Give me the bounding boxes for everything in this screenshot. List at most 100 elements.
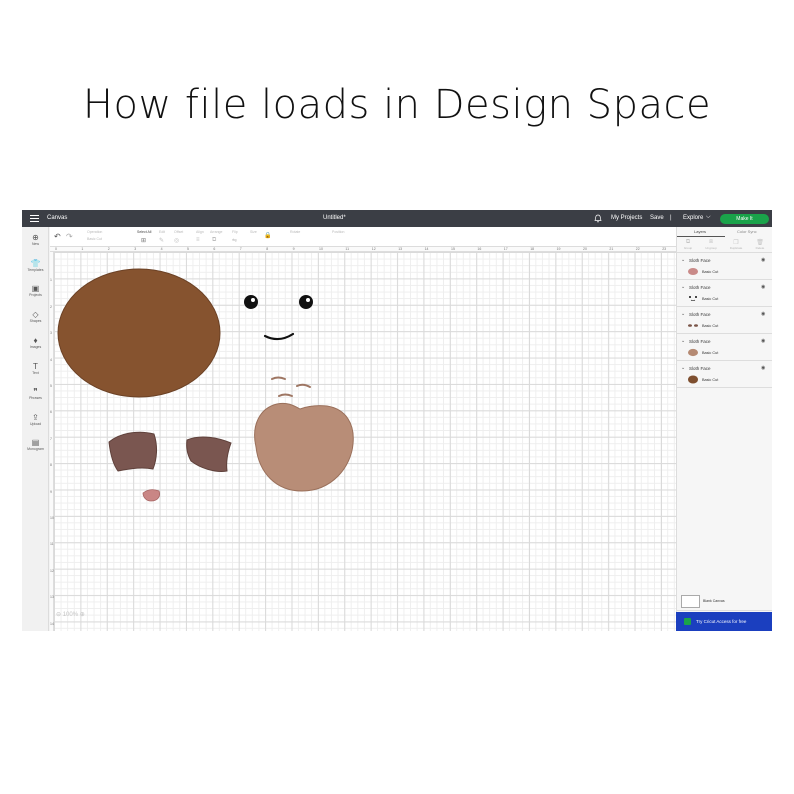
- offset-label: Offset: [174, 230, 184, 234]
- sidebar-item-templates[interactable]: 👕 Templates: [22, 259, 49, 272]
- monogram-icon: ▤: [31, 438, 40, 447]
- chevron-down-icon[interactable]: ⌄: [681, 338, 685, 344]
- hamburger-menu-icon[interactable]: [30, 215, 39, 222]
- layer-group[interactable]: ⌄ Sloth Face ◉ Basic Cut: [677, 254, 772, 280]
- sidebar-label: Templates: [27, 268, 44, 272]
- brow-stroke-shape[interactable]: [296, 383, 311, 388]
- delete-button[interactable]: 🗑 Delete: [751, 239, 769, 250]
- my-projects-link[interactable]: My Projects: [611, 215, 642, 221]
- duplicate-icon: ❐: [733, 240, 739, 246]
- left-eye-shape[interactable]: [244, 295, 258, 309]
- layer-group[interactable]: ⌄ Sloth Face ◉ Basic Cut: [677, 335, 772, 361]
- layers-panel: Layers Color Sync ⧉ Group ⧈ Ungroup ❐ Dupli…: [676, 227, 772, 631]
- align-icon[interactable]: ≡: [196, 237, 200, 243]
- sloth-face-shape[interactable]: [254, 402, 354, 492]
- blank-canvas-swatch[interactable]: [681, 595, 700, 608]
- group-button[interactable]: ⧉ Group: [679, 239, 697, 250]
- eye-icon[interactable]: ◉: [761, 365, 765, 371]
- nose-shape[interactable]: [142, 489, 160, 502]
- sidebar-label: Upload: [29, 422, 42, 426]
- left-eye-patch-shape[interactable]: [108, 431, 157, 472]
- sidebar-item-upload[interactable]: ⇪ Upload: [22, 413, 49, 426]
- zoom-out-icon[interactable]: ⊖: [56, 612, 61, 618]
- sidebar-item-shapes[interactable]: ◇ Shapes: [22, 310, 49, 323]
- shirt-icon: 👕: [30, 259, 41, 268]
- right-eye-patch-shape[interactable]: [186, 436, 232, 472]
- chevron-down-icon[interactable]: ⌄: [681, 284, 685, 290]
- left-eye-highlight: [251, 298, 255, 302]
- sidebar-label: Images: [29, 345, 42, 349]
- flip-icon[interactable]: ⇋: [232, 237, 237, 244]
- design-space-window: Canvas Untitled* My Projects Save | Expl…: [22, 210, 772, 631]
- projects-icon: ▣: [31, 284, 40, 293]
- right-eye-highlight: [306, 298, 310, 302]
- make-it-button[interactable]: Make It: [720, 214, 769, 224]
- topbar-separator: |: [670, 215, 672, 221]
- undo-icon[interactable]: ↶: [54, 232, 61, 241]
- right-eye-shape[interactable]: [299, 295, 313, 309]
- cricut-access-label: Try Cricut Access for free: [696, 619, 747, 624]
- arrange-icon[interactable]: ⧉: [212, 237, 216, 244]
- eye-icon[interactable]: ◉: [761, 257, 765, 263]
- sidebar-label: Text: [32, 371, 39, 375]
- size-label: Size: [250, 230, 257, 234]
- chevron-down-icon[interactable]: ⌄: [681, 257, 685, 263]
- zoom-level: 100%: [62, 612, 79, 618]
- head-thumbnail-icon: [688, 375, 698, 384]
- eye-icon[interactable]: ◉: [761, 338, 765, 344]
- chevron-down-icon[interactable]: ⌵: [706, 214, 711, 221]
- layer-group[interactable]: ⌄ Sloth Face ◉ Basic Cut: [677, 362, 772, 388]
- page-heading: How file loads in Design Space: [82, 82, 712, 128]
- blank-canvas-label: Blank Canvas: [703, 599, 725, 603]
- edit-icon[interactable]: ✎: [159, 237, 164, 244]
- cricut-access-banner[interactable]: Try Cricut Access for free: [676, 612, 772, 631]
- layer-group[interactable]: ⌄ Sloth Face ◉ Basic Cut: [677, 281, 772, 307]
- tab-color-sync[interactable]: Color Sync: [737, 229, 757, 234]
- eyes-mouth-thumbnail-icon: [689, 296, 697, 302]
- lock-icon[interactable]: 🔒: [264, 232, 271, 239]
- bell-icon[interactable]: [594, 214, 602, 223]
- sidebar-item-new[interactable]: ⊕ New: [22, 233, 49, 246]
- nose-thumbnail-icon: [688, 268, 698, 275]
- trash-icon: 🗑: [756, 240, 764, 246]
- offset-icon[interactable]: ◎: [174, 237, 179, 244]
- sidebar-item-projects[interactable]: ▣ Projects: [22, 284, 49, 297]
- sidebar-item-phrases[interactable]: ❞ Phrases: [22, 387, 49, 400]
- sidebar-item-images[interactable]: ♦ Images: [22, 336, 49, 349]
- mouth-shape[interactable]: [263, 332, 295, 341]
- explore-menu[interactable]: Explore: [683, 215, 703, 221]
- cricut-access-icon: [684, 618, 691, 625]
- zoom-in-icon[interactable]: ⊕: [80, 612, 85, 618]
- edit-label: Edit: [159, 230, 166, 234]
- sidebar-label: New: [31, 242, 39, 246]
- brow-stroke-shape[interactable]: [278, 393, 293, 397]
- sidebar-item-text[interactable]: T Text: [22, 362, 49, 375]
- eye-icon[interactable]: ◉: [761, 311, 765, 317]
- save-button[interactable]: Save: [650, 215, 664, 221]
- layer-operation: Basic Cut: [702, 270, 719, 274]
- chevron-down-icon[interactable]: ⌄: [681, 365, 685, 371]
- sidebar-item-monogram[interactable]: ▤ Monogram: [22, 438, 49, 451]
- select-all-label: Select All: [137, 230, 152, 234]
- duplicate-button[interactable]: ❐ Duplicate: [727, 239, 745, 250]
- ungroup-button[interactable]: ⧈ Ungroup: [702, 239, 720, 250]
- active-tab-indicator: [677, 236, 725, 237]
- text-icon: T: [33, 362, 38, 371]
- layer-group[interactable]: ⌄ Sloth Face ◉ Basic Cut: [677, 308, 772, 334]
- tab-layers[interactable]: Layers: [694, 229, 706, 234]
- chevron-down-icon[interactable]: ⌄: [681, 311, 685, 317]
- layer-actions: ⧉ Group ⧈ Ungroup ❐ Duplicate 🗑 Delete: [677, 238, 772, 253]
- ungroup-icon: ⧈: [709, 239, 713, 245]
- action-label: Ungroup: [705, 246, 717, 250]
- sidebar-label: Monogram: [27, 447, 44, 451]
- action-label: Group: [683, 246, 693, 250]
- operation-select[interactable]: Basic Cut: [87, 237, 102, 241]
- layer-operation: Basic Cut: [702, 351, 719, 355]
- eye-icon[interactable]: ◉: [761, 284, 765, 290]
- select-all-icon[interactable]: ⊞: [141, 237, 146, 244]
- brow-stroke-shape[interactable]: [271, 376, 286, 380]
- document-title[interactable]: Untitled*: [323, 215, 346, 221]
- zoom-control[interactable]: ⊖ 100% ⊕: [56, 611, 85, 618]
- sloth-head-shape[interactable]: [57, 268, 221, 398]
- redo-icon[interactable]: ↷: [66, 232, 73, 241]
